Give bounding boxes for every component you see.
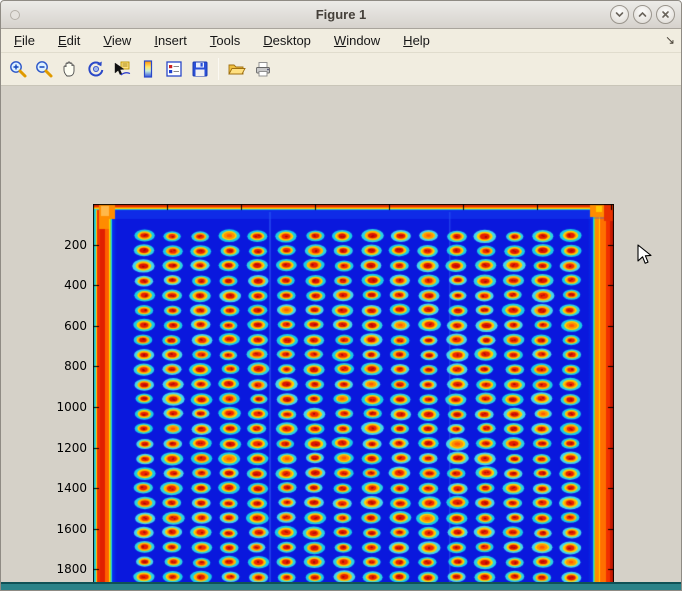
print-icon — [253, 59, 273, 79]
figure-canvas-area: Retry Continue / Finish 2004006008001000… — [1, 86, 681, 584]
y-tick-label: 1200 — [41, 441, 87, 455]
y-tick-label: 800 — [41, 359, 87, 373]
menubar: File Edit View Insert Tools Desktop Wind… — [1, 29, 681, 53]
menu-overflow-icon[interactable]: ↘ — [665, 33, 675, 47]
insert-legend-icon — [164, 59, 184, 79]
y-tick-label: 1400 — [41, 481, 87, 495]
y-tick-label: 400 — [41, 278, 87, 292]
y-tick-label: 1600 — [41, 522, 87, 536]
data-cursor-icon — [112, 59, 132, 79]
zoom-out-button[interactable] — [31, 56, 57, 82]
rotate-3d-icon — [86, 59, 106, 79]
titlebar: Figure 1 — [1, 1, 681, 29]
y-tick-label: 1800 — [41, 562, 87, 576]
menu-file[interactable]: File — [4, 30, 45, 51]
menu-window[interactable]: Window — [324, 30, 390, 51]
pan-button[interactable] — [57, 56, 83, 82]
save-button[interactable] — [187, 56, 213, 82]
window-menu-icon[interactable] — [10, 10, 20, 20]
figure-window: Figure 1 File Edit View Insert Tools Des… — [0, 0, 682, 591]
toolbar-separator — [218, 58, 219, 80]
maximize-button[interactable] — [633, 5, 652, 24]
menu-help[interactable]: Help — [393, 30, 440, 51]
menu-edit[interactable]: Edit — [48, 30, 90, 51]
pan-hand-icon — [60, 59, 80, 79]
save-icon — [190, 59, 210, 79]
colorbar-button[interactable] — [135, 56, 161, 82]
close-icon — [660, 9, 671, 20]
y-tick-label: 600 — [41, 319, 87, 333]
open-button[interactable] — [224, 56, 250, 82]
y-tick-label: 1000 — [41, 400, 87, 414]
insert-legend-button[interactable] — [161, 56, 187, 82]
menu-tools[interactable]: Tools — [200, 30, 250, 51]
plot-axes — [93, 204, 614, 591]
figure-toolbar — [1, 53, 681, 86]
colorbar-icon — [138, 59, 158, 79]
open-folder-icon — [227, 59, 247, 79]
minimize-button[interactable] — [610, 5, 629, 24]
plot-canvas[interactable] — [93, 204, 614, 591]
zoom-in-button[interactable] — [5, 56, 31, 82]
data-cursor-button[interactable] — [109, 56, 135, 82]
chevron-down-icon — [614, 9, 625, 20]
menu-view[interactable]: View — [93, 30, 141, 51]
zoom-out-icon — [34, 59, 54, 79]
close-button[interactable] — [656, 5, 675, 24]
zoom-in-icon — [8, 59, 28, 79]
chevron-up-icon — [637, 9, 648, 20]
menu-desktop[interactable]: Desktop — [253, 30, 321, 51]
menu-insert[interactable]: Insert — [144, 30, 197, 51]
print-button[interactable] — [250, 56, 276, 82]
window-title: Figure 1 — [1, 7, 681, 22]
rotate-3d-button[interactable] — [83, 56, 109, 82]
y-tick-label: 200 — [41, 238, 87, 252]
window-bottom-edge — [1, 582, 681, 590]
